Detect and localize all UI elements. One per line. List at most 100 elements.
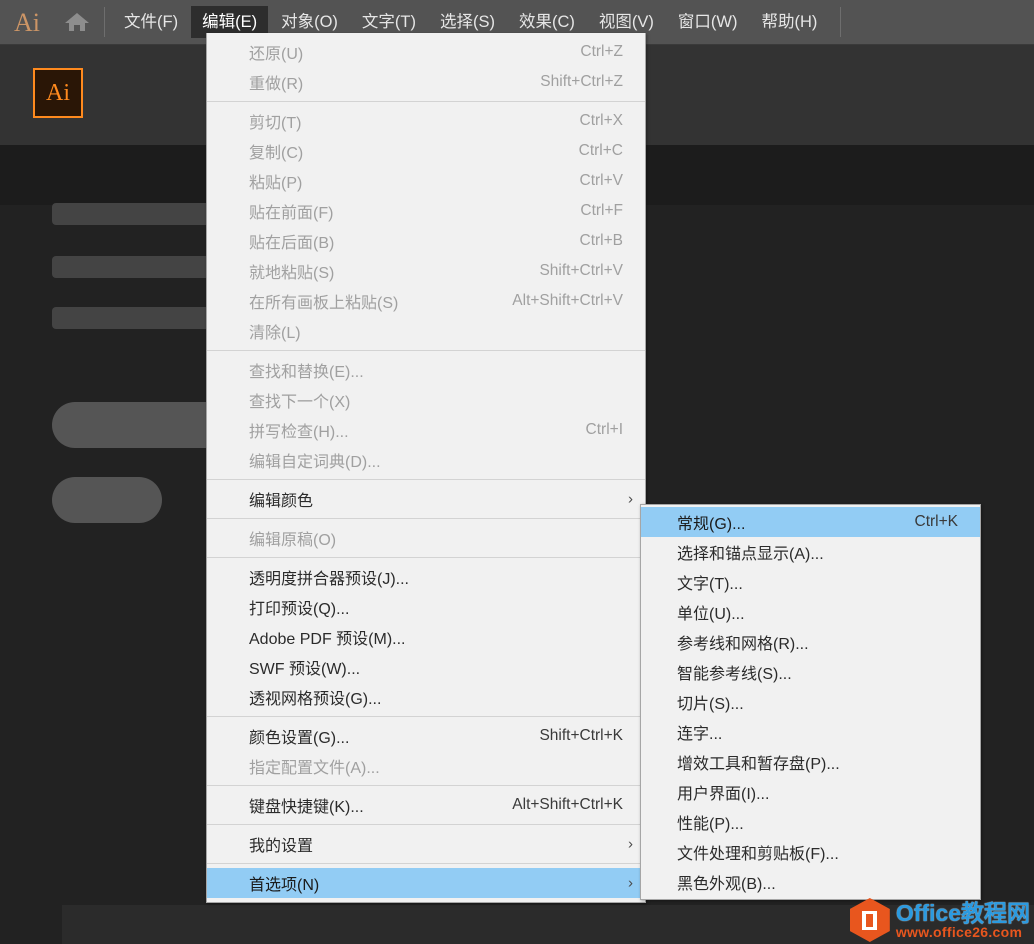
menu-separator <box>207 824 645 825</box>
edit-menu-item[interactable]: 首选项(N) › <box>207 868 645 898</box>
edit-menu-item: 查找和替换(E)... <box>207 355 645 385</box>
edit-menu-item[interactable]: 我的设置 › <box>207 829 645 859</box>
edit-menu-item: 编辑自定词典(D)... <box>207 445 645 475</box>
preferences-menu-item[interactable]: 单位(U)... <box>641 597 980 627</box>
menu-item-shortcut: Alt+Shift+Ctrl+V <box>512 292 623 309</box>
menu-item-label: 透视网格预设(G)... <box>249 691 382 708</box>
edit-menu-item[interactable]: Adobe PDF 预设(M)... <box>207 622 645 652</box>
menu-item-label: 黑色外观(B)... <box>677 876 776 893</box>
menubar-item-8[interactable]: 帮助(H) <box>750 6 828 38</box>
placeholder-pill-2 <box>52 477 162 523</box>
home-icon[interactable] <box>54 11 100 33</box>
menu-item-label: 文件处理和剪贴板(F)... <box>677 846 839 863</box>
edit-menu-item: 复制(C) Ctrl+C <box>207 136 645 166</box>
preferences-menu-item[interactable]: 用户界面(I)... <box>641 777 980 807</box>
menu-item-label: 智能参考线(S)... <box>677 666 792 683</box>
preferences-menu-item[interactable]: 智能参考线(S)... <box>641 657 980 687</box>
preferences-submenu[interactable]: 常规(G)... Ctrl+K 选择和锚点显示(A)... 文字(T)... 单位(U)… <box>640 504 981 900</box>
edit-menu-item: 贴在后面(B) Ctrl+B <box>207 226 645 256</box>
edit-menu-item[interactable]: 打印预设(Q)... <box>207 592 645 622</box>
document-thumbnail-badge[interactable]: Ai <box>33 68 83 118</box>
chevron-right-icon: › <box>628 874 633 892</box>
preferences-menu-item[interactable]: 参考线和网格(R)... <box>641 627 980 657</box>
menu-separator <box>207 716 645 717</box>
preferences-menu-item[interactable]: 切片(S)... <box>641 687 980 717</box>
edit-menu-item: 清除(L) <box>207 316 645 346</box>
preferences-menu-item[interactable]: 性能(P)... <box>641 807 980 837</box>
edit-menu-item: 编辑原稿(O) <box>207 523 645 553</box>
menubar-divider-right <box>840 7 842 37</box>
illustrator-window: Ai Ai 文件(F) 编辑(E) 对象(O) 文字(T) 选择(S) 效果(C) 视图(V… <box>0 0 1034 944</box>
menu-item-label: 键盘快捷键(K)... <box>249 799 364 816</box>
preferences-menu-item[interactable]: 黑色外观(B)... <box>641 867 980 897</box>
edit-menu-item: 还原(U) Ctrl+Z <box>207 37 645 67</box>
menu-item-label: 单位(U)... <box>677 606 745 623</box>
edit-menu-item[interactable]: 透视网格预设(G)... <box>207 682 645 712</box>
menu-item-label: 颜色设置(G)... <box>249 730 350 747</box>
menubar-item-0[interactable]: 文件(F) <box>113 6 189 38</box>
menu-item-shortcut: Shift+Ctrl+V <box>539 262 623 279</box>
edit-menu-item[interactable]: SWF 预设(W)... <box>207 652 645 682</box>
edit-menu-item: 剪切(T) Ctrl+X <box>207 106 645 136</box>
office-doc-glyph <box>862 910 878 930</box>
watermark-title: Office教程网 <box>895 899 1030 926</box>
menu-item-shortcut: Shift+Ctrl+K <box>539 727 623 744</box>
watermark-text: Office教程网 www.office26.com <box>895 899 1030 940</box>
edit-menu-item: 重做(R) Shift+Ctrl+Z <box>207 67 645 97</box>
menu-item-label: 透明度拼合器预设(J)... <box>249 571 409 588</box>
edit-menu-item[interactable]: 透明度拼合器预设(J)... <box>207 562 645 592</box>
chevron-right-icon: › <box>628 835 633 853</box>
edit-menu-item: 就地粘贴(S) Shift+Ctrl+V <box>207 256 645 286</box>
menu-item-shortcut: Ctrl+K <box>914 513 959 530</box>
menu-item-label: Adobe PDF 预设(M)... <box>249 631 406 648</box>
menu-item-label: 编辑自定词典(D)... <box>249 454 381 471</box>
menu-item-label: 常规(G)... <box>677 516 746 533</box>
preferences-menu-item[interactable]: 文件处理和剪贴板(F)... <box>641 837 980 867</box>
menu-item-label: 粘贴(P) <box>249 175 303 192</box>
menu-item-label: 贴在前面(F) <box>249 205 334 222</box>
edit-menu-item: 拼写检查(H)... Ctrl+I <box>207 415 645 445</box>
edit-menu-item[interactable]: 键盘快捷键(K)... Alt+Shift+Ctrl+K <box>207 790 645 820</box>
menu-item-shortcut: Ctrl+F <box>580 202 623 219</box>
menu-item-label: 查找和替换(E)... <box>249 364 364 381</box>
menu-item-label: 首选项(N) <box>249 877 320 894</box>
preferences-menu-item[interactable]: 增效工具和暂存盘(P)... <box>641 747 980 777</box>
menu-item-label: 剪切(T) <box>249 115 302 132</box>
menu-item-label: 增效工具和暂存盘(P)... <box>677 756 840 773</box>
menu-item-shortcut: Ctrl+V <box>579 172 624 189</box>
menu-item-label: 用户界面(I)... <box>677 786 770 803</box>
edit-menu-item: 在所有画板上粘贴(S) Alt+Shift+Ctrl+V <box>207 286 645 316</box>
menu-item-label: 在所有画板上粘贴(S) <box>249 295 399 312</box>
app-logo: Ai <box>14 7 40 37</box>
menu-separator <box>207 101 645 102</box>
menu-item-shortcut: Shift+Ctrl+Z <box>540 73 623 90</box>
preferences-menu-item[interactable]: 常规(G)... Ctrl+K <box>641 507 980 537</box>
edit-menu-item: 查找下一个(X) <box>207 385 645 415</box>
menubar-item-7[interactable]: 窗口(W) <box>667 6 749 38</box>
menu-item-label: 贴在后面(B) <box>249 235 335 252</box>
edit-menu-dropdown[interactable]: 还原(U) Ctrl+Z 重做(R) Shift+Ctrl+Z 剪切(T) Ctrl+X 复… <box>206 33 646 903</box>
preferences-menu-item[interactable]: 文字(T)... <box>641 567 980 597</box>
edit-menu-item: 贴在前面(F) Ctrl+F <box>207 196 645 226</box>
menu-item-label: 重做(R) <box>249 76 304 93</box>
menu-item-shortcut: Ctrl+X <box>579 112 624 129</box>
preferences-menu-item[interactable]: 连字... <box>641 717 980 747</box>
menu-separator <box>207 785 645 786</box>
menu-item-label: 性能(P)... <box>677 816 744 833</box>
preferences-menu-item[interactable]: 选择和锚点显示(A)... <box>641 537 980 567</box>
menu-separator <box>207 479 645 480</box>
menu-item-label: 文字(T)... <box>677 576 743 593</box>
menu-item-shortcut: Ctrl+Z <box>580 43 623 60</box>
office-logo-icon <box>849 898 890 942</box>
watermark-url: www.office26.com <box>895 923 1023 940</box>
edit-menu-item: 指定配置文件(A)... <box>207 751 645 781</box>
menu-separator <box>207 518 645 519</box>
status-bar-left <box>0 905 62 944</box>
menu-separator <box>207 557 645 558</box>
menu-item-label: 拼写检查(H)... <box>249 424 349 441</box>
menu-item-label: 参考线和网格(R)... <box>677 636 809 653</box>
edit-menu-item[interactable]: 颜色设置(G)... Shift+Ctrl+K <box>207 721 645 751</box>
menu-item-shortcut: Ctrl+C <box>578 142 623 159</box>
menu-item-label: 选择和锚点显示(A)... <box>677 546 824 563</box>
edit-menu-item[interactable]: 编辑颜色 › <box>207 484 645 514</box>
